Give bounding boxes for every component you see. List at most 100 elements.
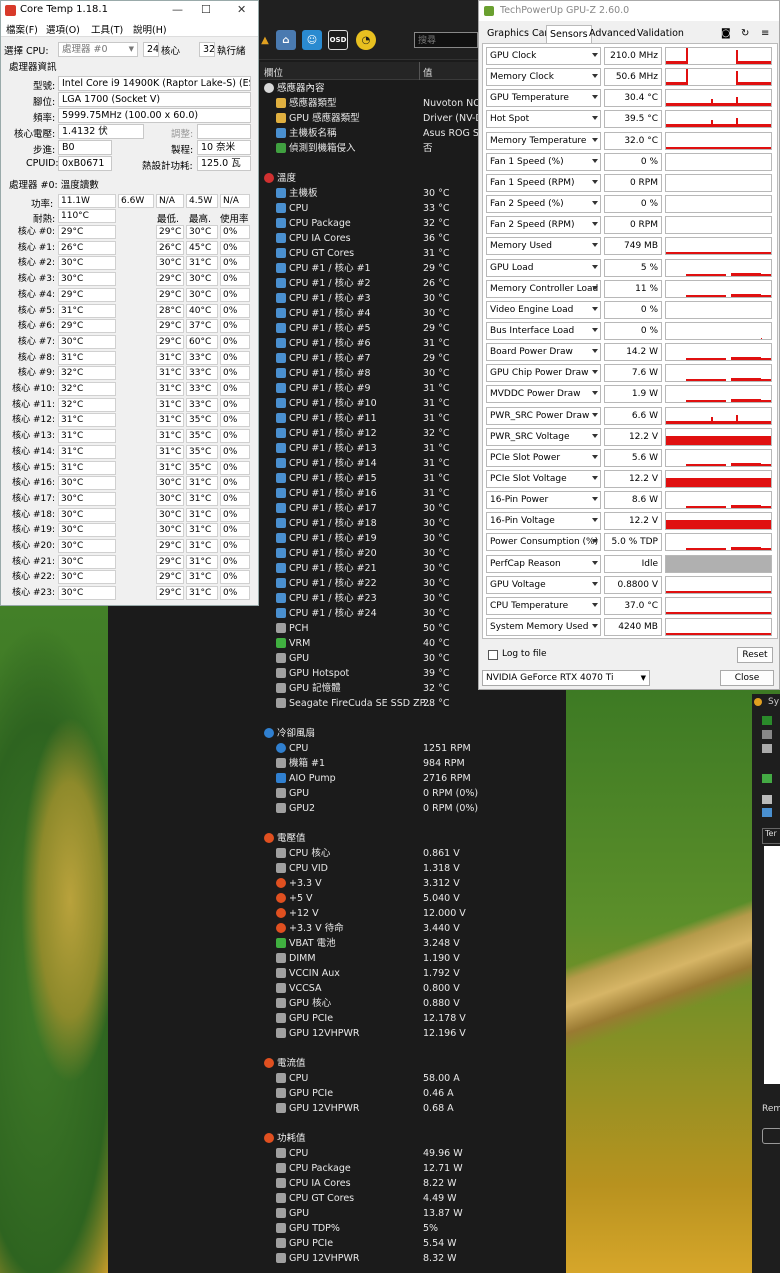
sensor-row[interactable]: DIMM 1.190 V [260,951,566,966]
gpuz-titlebar[interactable]: TechPowerUp GPU-Z 2.60.0 [479,1,779,21]
reset-button[interactable]: Reset [737,647,773,663]
sensor-value[interactable]: 0 RPM [604,173,662,192]
tab-validation[interactable]: Validation [637,28,684,39]
sensor-row[interactable]: CPU VID 1.318 V [260,861,566,876]
side-tab[interactable]: Ter [762,828,780,844]
sensor-row[interactable]: Seagate FireCuda SE SSD ZP... 28 °C [260,696,566,711]
sensor-row[interactable]: GPU 12VHPWR 0.68 A [260,1101,566,1116]
sensor-row[interactable]: GPU 12VHPWR 8.32 W [260,1251,566,1266]
sensor-value[interactable]: 11 % [604,279,662,298]
sensor-row[interactable]: GPU PCIe 12.178 V [260,1011,566,1026]
sensor-row[interactable]: CPU GT Cores 4.49 W [260,1191,566,1206]
column-divider[interactable] [419,62,420,80]
sensor-row[interactable]: +3.3 V 待命 3.440 V [260,921,566,936]
sensor-row[interactable]: GPU2 0 RPM (0%) [260,801,566,816]
camera-icon[interactable]: ◙ [721,28,731,39]
sensor-name-dropdown[interactable]: CPU Temperature [486,596,601,615]
maximize-icon[interactable]: ☐ [201,3,211,16]
sensor-name-dropdown[interactable]: Memory Temperature [486,131,601,150]
tab-graphics-card[interactable]: Graphics Card [487,28,554,39]
sensor-row[interactable]: VCCSA 0.800 V [260,981,566,996]
sensor-value[interactable]: 5.0 % TDP [604,533,662,552]
sensor-group-header[interactable]: 電流值 [260,1056,566,1071]
sensor-row[interactable]: GPU 12VHPWR 12.196 V [260,1026,566,1041]
column-value-header[interactable]: 值 [423,65,433,79]
log-to-file-checkbox[interactable] [488,650,498,660]
refresh-icon[interactable]: ↻ [741,28,749,39]
sensor-group-header[interactable]: 功耗值 [260,1131,566,1146]
sensor-name-dropdown[interactable]: PerfCap Reason [486,554,601,573]
sensor-name-dropdown[interactable]: PCIe Slot Voltage [486,470,601,488]
tab-advanced[interactable]: Advanced [589,28,636,39]
sensor-value[interactable]: 0.8800 V [604,575,662,594]
sensor-row[interactable]: +5 V 5.040 V [260,891,566,906]
minimize-icon[interactable]: — [172,3,183,16]
gpu-select-dropdown[interactable]: NVIDIA GeForce RTX 4070 Ti ▼ [482,670,650,686]
sensor-row[interactable]: GPU 0 RPM (0%) [260,786,566,801]
osd-icon[interactable]: OSD [328,30,348,50]
sensor-row[interactable]: CPU IA Cores 8.22 W [260,1176,566,1191]
sensor-value[interactable]: 30.4 °C [604,89,662,108]
network-icon[interactable]: ⌂ [276,30,296,50]
sensor-row[interactable]: GPU 13.87 W [260,1206,566,1221]
sensor-name-dropdown[interactable]: 16-Pin Voltage [486,512,601,531]
sensor-name-dropdown[interactable]: Memory Clock [486,68,601,87]
sensor-value[interactable]: 1.9 W [604,385,662,404]
sensor-value[interactable]: 50.6 MHz [604,68,662,87]
sensor-value[interactable]: 7.6 W [604,364,662,383]
sensor-value[interactable]: 749 MB [604,237,662,256]
side-button[interactable] [762,1128,780,1144]
menu-tools[interactable]: 工具(T) [91,22,123,36]
sensor-row[interactable]: CPU 核心 0.861 V [260,846,566,861]
sensor-name-dropdown[interactable]: Fan 2 Speed (%) [486,195,601,214]
sensor-name-dropdown[interactable]: System Memory Used [486,618,601,637]
sensor-name-dropdown[interactable]: Memory Controller Load [486,279,601,298]
sensor-value[interactable]: 12.2 V [604,427,662,446]
sensor-name-dropdown[interactable]: Fan 2 Speed (RPM) [486,216,601,235]
sensor-name-dropdown[interactable]: PWR_SRC Power Draw [486,406,601,425]
sensor-row[interactable]: 機箱 #1 984 RPM [260,756,566,771]
sensor-value[interactable]: 5.6 W [604,448,662,467]
menu-options[interactable]: 選項(O) [46,22,80,36]
sensor-value[interactable]: 37.0 °C [604,596,662,615]
sensor-value[interactable]: 12.2 V [604,512,662,531]
sensor-row[interactable]: CPU 58.00 A [260,1071,566,1086]
sensor-group-header[interactable]: 電壓值 [260,831,566,846]
sensor-row[interactable]: CPU 1251 RPM [260,741,566,756]
sensor-name-dropdown[interactable]: Video Engine Load [486,300,601,319]
sensor-name-dropdown[interactable]: Power Consumption (%) [486,533,601,552]
sensor-value[interactable]: Idle [604,554,662,573]
sensor-name-dropdown[interactable]: GPU Voltage [486,575,601,594]
sensor-value[interactable]: 210.0 MHz [604,47,662,65]
sensor-row[interactable]: +3.3 V 3.312 V [260,876,566,891]
clock-icon[interactable]: ◔ [356,30,376,50]
sensor-row[interactable]: CPU 49.96 W [260,1146,566,1161]
sensor-value[interactable]: 0 % [604,152,662,171]
sensor-row[interactable]: GPU TDP% 5% [260,1221,566,1236]
sensor-name-dropdown[interactable]: PWR_SRC Voltage [486,427,601,446]
menu-file[interactable]: 檔案(F) [6,22,38,36]
sensor-row[interactable]: VCCIN Aux 1.792 V [260,966,566,981]
sensor-row[interactable]: +12 V 12.000 V [260,906,566,921]
user-icon[interactable]: ☺ [302,30,322,50]
sensor-row[interactable]: CPU Package 12.71 W [260,1161,566,1176]
sensor-name-dropdown[interactable]: GPU Clock [486,47,601,65]
sensor-name-dropdown[interactable]: GPU Load [486,258,601,277]
coretemp-titlebar[interactable]: Core Temp 1.18.1 — ☐ ✕ [1,1,258,20]
close-button[interactable]: Close [720,670,774,686]
close-icon[interactable]: ✕ [237,3,246,16]
sensor-value[interactable]: 39.5 °C [604,110,662,129]
cpu-select-dropdown[interactable]: 處理器 #0 ▼ [58,42,138,57]
sensor-name-dropdown[interactable]: Fan 1 Speed (%) [486,152,601,171]
sensor-row[interactable]: GPU 核心 0.880 V [260,996,566,1011]
sensor-name-dropdown[interactable]: Hot Spot [486,110,601,129]
sensor-name-dropdown[interactable]: Board Power Draw [486,343,601,362]
hwinfo-search-input[interactable] [414,32,478,48]
sensor-value[interactable]: 0 % [604,300,662,319]
sensor-value[interactable]: 14.2 W [604,343,662,362]
sensor-group-header[interactable]: 冷卻風扇 [260,726,566,741]
sensor-row[interactable]: GPU PCIe 5.54 W [260,1236,566,1251]
sensor-name-dropdown[interactable]: Memory Used [486,237,601,256]
sensor-name-dropdown[interactable]: GPU Temperature [486,89,601,108]
sensor-value[interactable]: 8.6 W [604,491,662,510]
